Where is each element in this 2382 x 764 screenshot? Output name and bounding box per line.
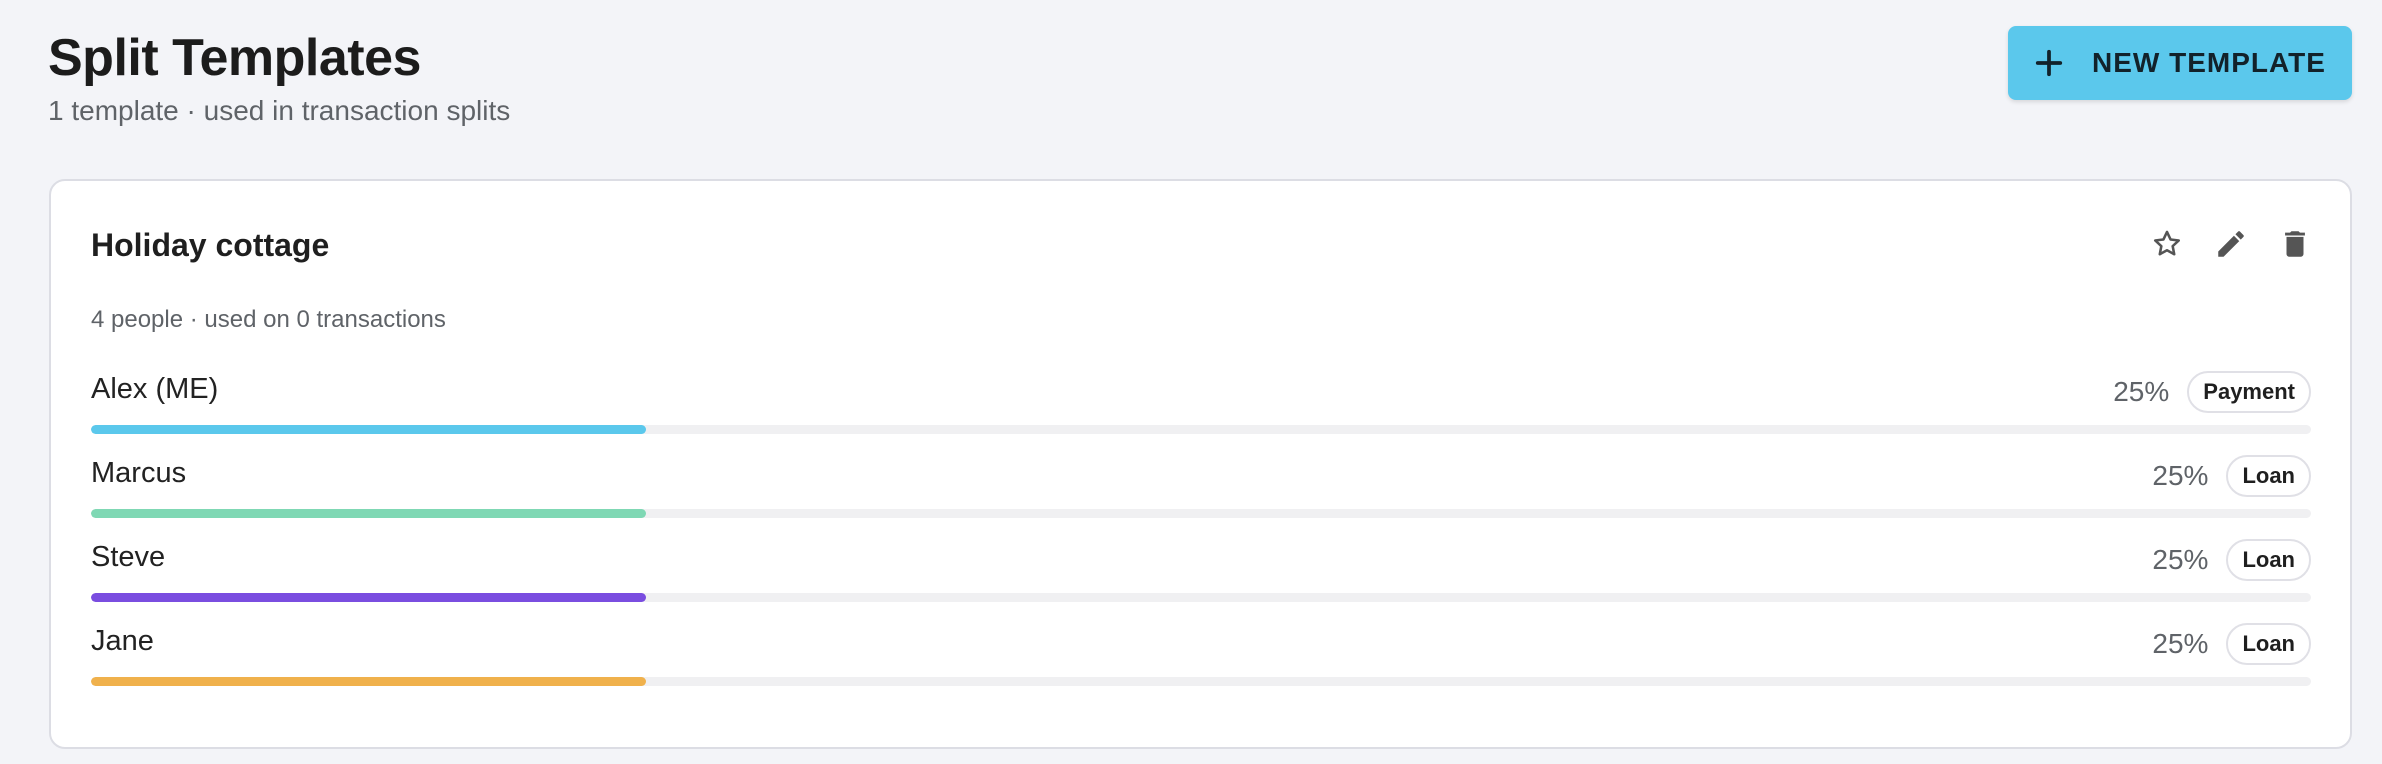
member-type-badge: Loan [2226, 623, 2311, 665]
pencil-icon [2218, 231, 2244, 257]
template-meta: 4 people · used on 0 transactions [91, 306, 446, 333]
template-card: Holiday cottage 4 people · used on 0 tra… [49, 179, 2352, 749]
new-template-button[interactable]: NEW TEMPLATE [2008, 26, 2352, 100]
plus-icon [2035, 49, 2063, 77]
member-share-fill [91, 677, 646, 686]
member-share-bar [91, 509, 2311, 518]
template-name: Holiday cottage [91, 227, 330, 263]
member-share-bar [91, 593, 2311, 602]
favorite-button[interactable] [2148, 225, 2186, 263]
member-percent: 25% [2152, 544, 2209, 575]
delete-button[interactable] [2276, 225, 2314, 263]
member-share-info: 25% Loan [2152, 539, 2311, 581]
member-type-badge: Payment [2187, 371, 2311, 413]
member-name: Jane [91, 625, 154, 657]
member-row: Marcus 25% Loan [91, 455, 2311, 539]
member-share-info: 25% Loan [2152, 623, 2311, 665]
member-row: Steve 25% Loan [91, 539, 2311, 623]
member-name: Steve [91, 541, 166, 573]
member-list: Alex (ME) 25% Payment Marcus 25% Loan St… [91, 371, 2311, 707]
member-share-bar [91, 677, 2311, 686]
member-share-bar [91, 425, 2311, 434]
member-share-fill [91, 509, 646, 518]
member-share-info: 25% Loan [2152, 455, 2311, 497]
new-template-button-label: NEW TEMPLATE [2092, 47, 2326, 78]
member-type-badge: Loan [2226, 455, 2311, 497]
member-row: Alex (ME) 25% Payment [91, 371, 2311, 455]
member-name: Alex (ME) [91, 373, 219, 405]
member-share-fill [91, 593, 646, 602]
member-share-fill [91, 425, 646, 434]
member-type-badge: Loan [2226, 539, 2311, 581]
member-share-info: 25% Payment [2113, 371, 2311, 413]
page-subtitle: 1 template · used in transaction splits [48, 95, 511, 126]
trash-icon [2285, 231, 2305, 257]
template-actions [2148, 225, 2314, 263]
page-header: Split Templates 1 template · used in tra… [48, 26, 2352, 138]
page-title: Split Templates [48, 29, 421, 87]
member-name: Marcus [91, 457, 187, 489]
star-outline-icon [2153, 230, 2181, 256]
member-percent: 25% [2113, 376, 2170, 407]
member-row: Jane 25% Loan [91, 623, 2311, 707]
member-percent: 25% [2152, 460, 2209, 491]
member-percent: 25% [2152, 628, 2209, 659]
edit-button[interactable] [2212, 225, 2250, 263]
